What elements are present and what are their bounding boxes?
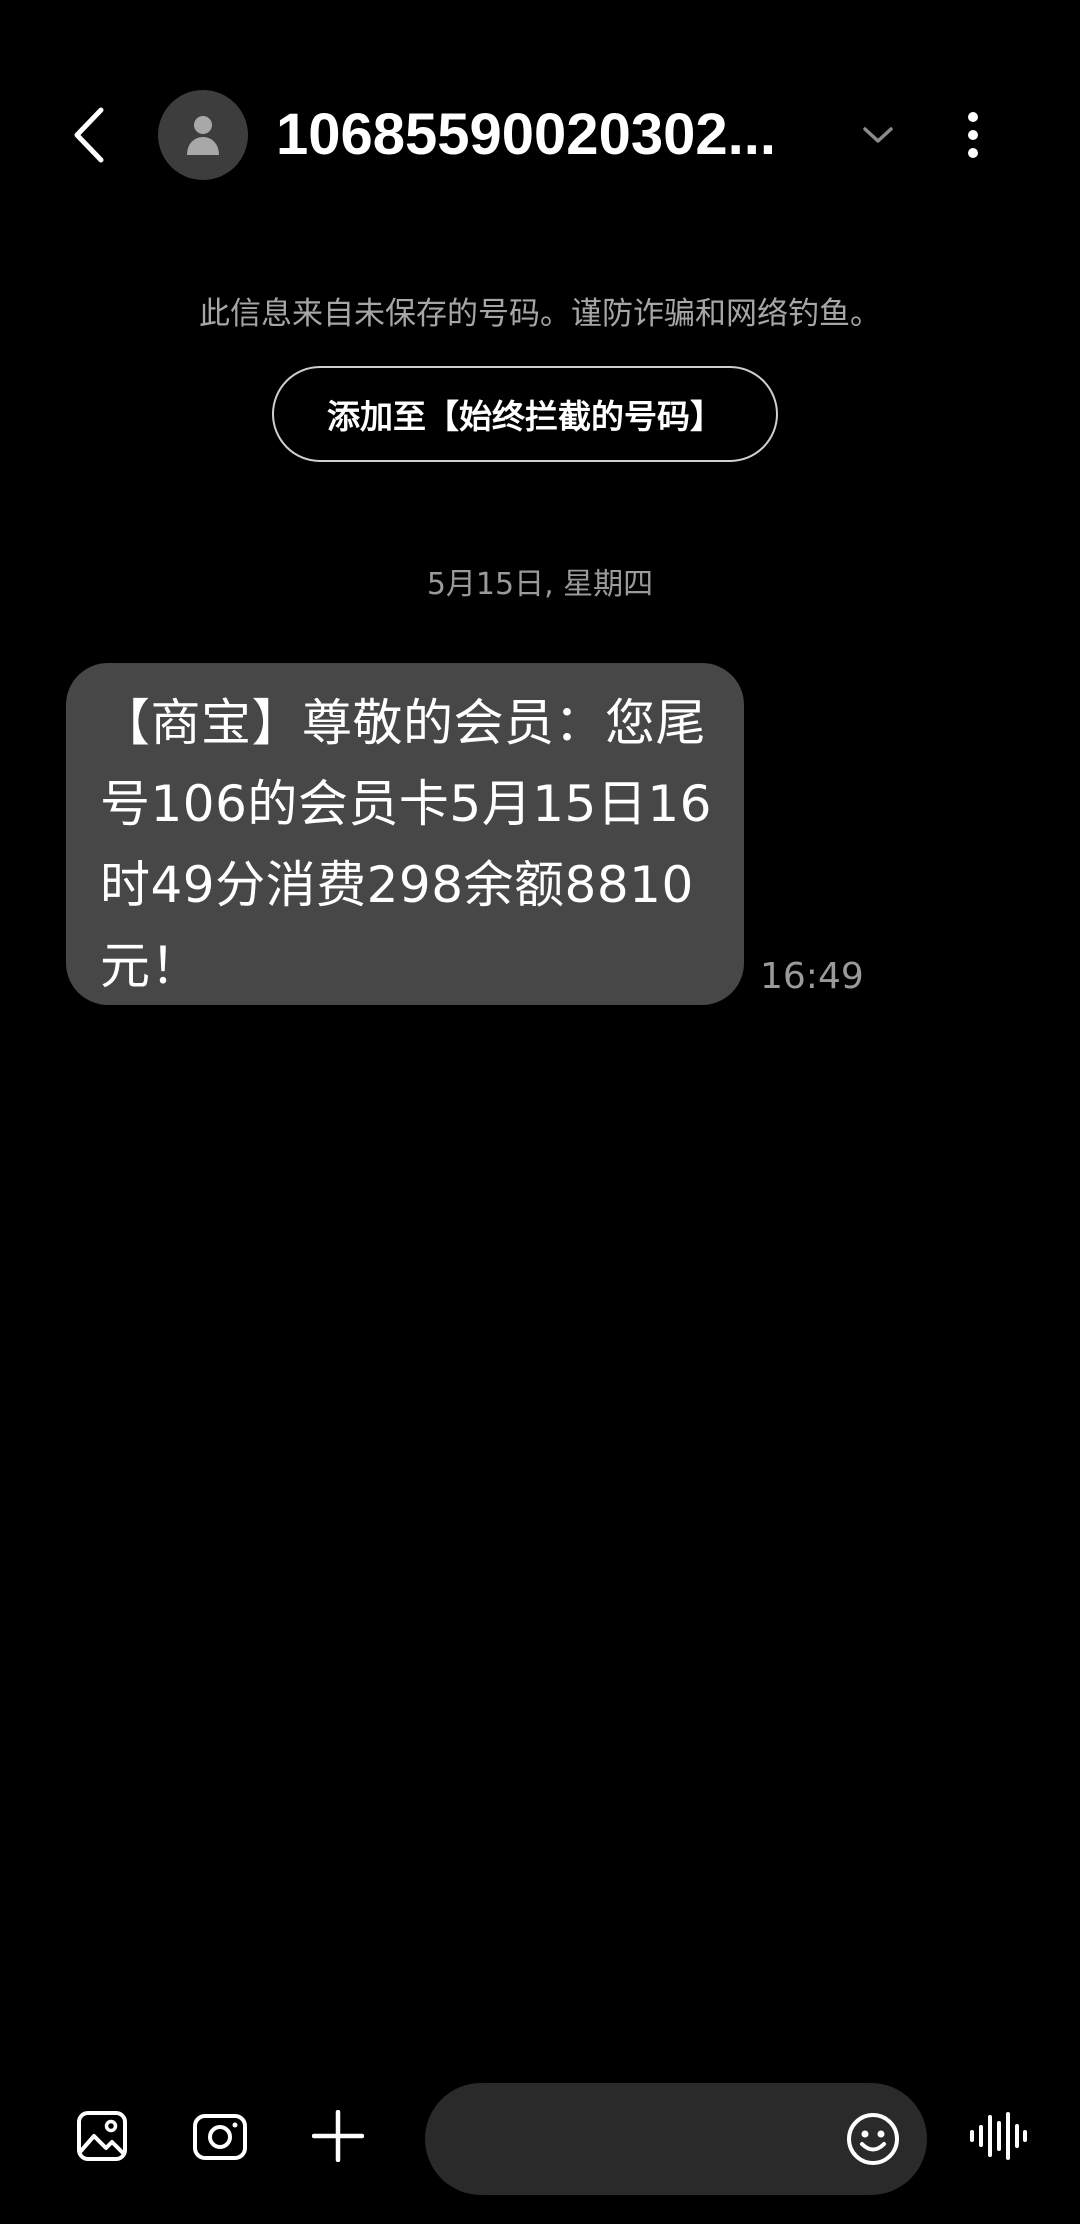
contact-number[interactable]: 10685590020302... bbox=[276, 98, 828, 172]
add-attachment-button[interactable] bbox=[306, 2104, 370, 2168]
message-text: 【商宝】尊敬的会员：您尾号106的会员卡5月15日16时49分消费298余额88… bbox=[100, 694, 712, 995]
camera-icon bbox=[193, 2114, 247, 2160]
date-separator: 5月15日, 星期四 bbox=[426, 567, 654, 602]
emoji-button[interactable] bbox=[845, 2111, 901, 2167]
more-options-button[interactable] bbox=[948, 105, 998, 165]
gallery-button[interactable] bbox=[70, 2104, 134, 2168]
gallery-icon bbox=[77, 2111, 127, 2161]
more-vertical-icon bbox=[968, 112, 978, 158]
back-button[interactable] bbox=[58, 100, 118, 170]
message-input[interactable] bbox=[425, 2083, 927, 2195]
message-composer bbox=[0, 2060, 1080, 2200]
message-timestamp: 16:49 bbox=[760, 956, 864, 997]
chevron-down-icon bbox=[863, 127, 893, 143]
voice-input-button[interactable] bbox=[966, 2104, 1030, 2168]
add-to-block-list-button[interactable]: 添加至【始终拦截的号码】 bbox=[272, 366, 778, 462]
avatar[interactable] bbox=[158, 90, 248, 180]
person-icon bbox=[187, 116, 219, 155]
message-bubble[interactable]: 【商宝】尊敬的会员：您尾号106的会员卡5月15日16时49分消费298余额88… bbox=[66, 663, 744, 1005]
plus-icon bbox=[312, 2110, 364, 2162]
back-arrow-icon bbox=[74, 107, 104, 163]
unsaved-number-warning: 此信息来自未保存的号码。谨防诈骗和网络钓鱼。 bbox=[199, 296, 881, 332]
conversation-header: 10685590020302... bbox=[0, 0, 1080, 240]
camera-button[interactable] bbox=[188, 2104, 252, 2168]
voice-waveform-icon bbox=[970, 2112, 1027, 2160]
expand-contact-button[interactable] bbox=[848, 110, 908, 160]
emoji-icon bbox=[847, 2113, 899, 2165]
